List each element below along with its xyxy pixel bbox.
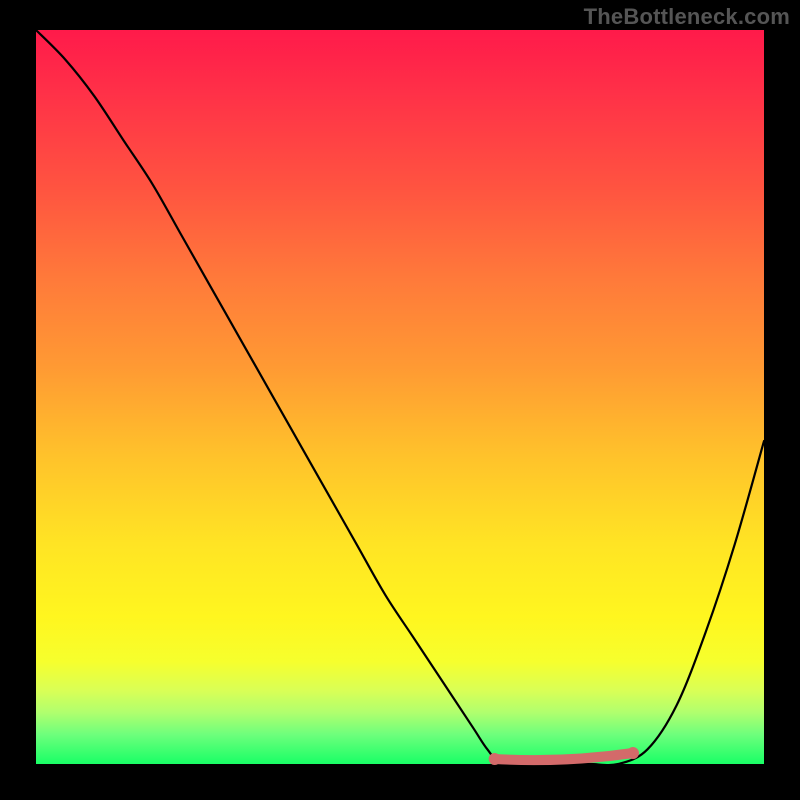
optimal-range-start-dot xyxy=(489,753,501,765)
bottleneck-curve xyxy=(36,30,764,765)
optimal-range-highlight xyxy=(495,753,633,760)
chart-frame: TheBottleneck.com xyxy=(0,0,800,800)
watermark-label: TheBottleneck.com xyxy=(584,4,790,30)
bottleneck-curve-svg xyxy=(36,30,764,764)
plot-area xyxy=(36,30,764,764)
optimal-range-end-dot xyxy=(627,747,639,759)
